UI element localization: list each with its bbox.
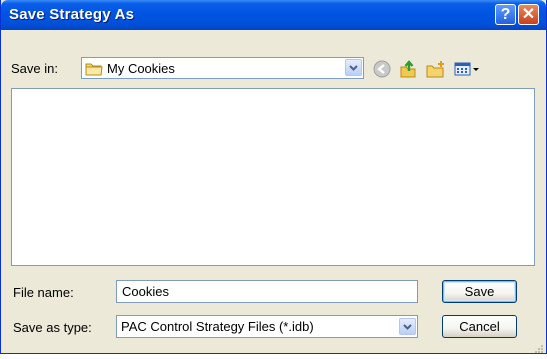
file-name-label: File name:: [13, 285, 74, 300]
close-button[interactable]: ✕: [518, 4, 539, 25]
save-in-combo[interactable]: My Cookies: [81, 57, 364, 79]
chevron-down-icon[interactable]: [399, 318, 416, 335]
save-as-type-label: Save as type:: [13, 320, 92, 335]
cancel-button[interactable]: Cancel: [442, 315, 517, 338]
save-button[interactable]: Save: [442, 280, 517, 303]
chevron-down-icon[interactable]: [345, 59, 362, 76]
view-menu-icon[interactable]: [453, 58, 481, 80]
save-dialog: Save Strategy As ? ✕ Save in: My Cookies: [0, 0, 547, 354]
up-folder-icon[interactable]: [397, 58, 419, 80]
save-in-value: My Cookies: [107, 61, 175, 76]
file-list[interactable]: [11, 88, 535, 266]
help-button[interactable]: ?: [495, 4, 516, 25]
dialog-title: Save Strategy As: [9, 6, 135, 23]
new-folder-icon[interactable]: [425, 58, 447, 80]
resize-grip-icon[interactable]: [534, 341, 544, 353]
title-bar[interactable]: Save Strategy As ? ✕: [1, 0, 546, 30]
file-name-input[interactable]: Cookies: [116, 280, 418, 303]
file-name-value: Cookies: [122, 284, 169, 299]
folder-icon: [85, 61, 103, 81]
save-as-type-value: PAC Control Strategy Files (*.idb): [121, 319, 314, 334]
save-in-label: Save in:: [11, 61, 58, 76]
back-icon[interactable]: [371, 58, 393, 80]
save-as-type-combo[interactable]: PAC Control Strategy Files (*.idb): [116, 315, 418, 338]
